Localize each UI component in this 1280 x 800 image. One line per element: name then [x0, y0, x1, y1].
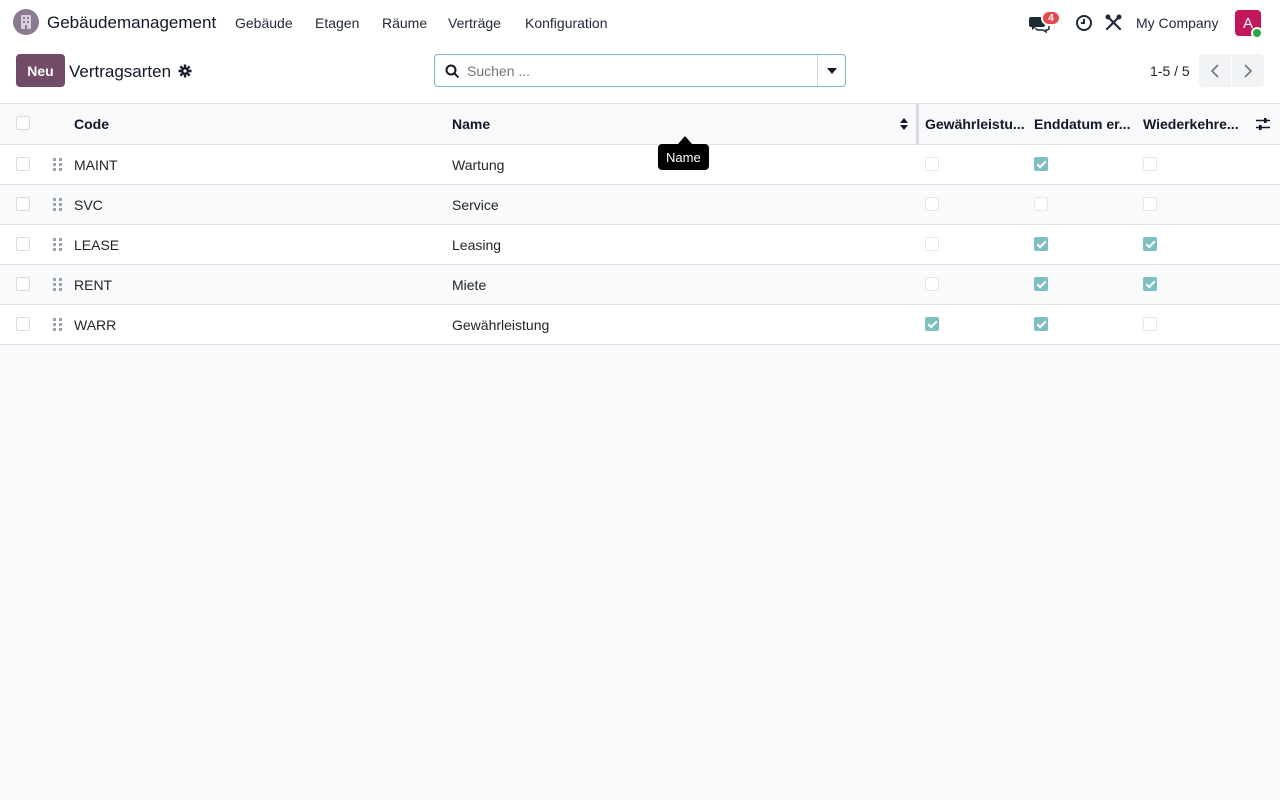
pager-next-button[interactable]	[1232, 54, 1264, 87]
drag-handle-icon[interactable]	[53, 158, 62, 171]
search-box	[434, 54, 846, 87]
cell-name[interactable]: Miete	[452, 277, 486, 293]
cell-warranty-checkbox[interactable]	[925, 157, 939, 171]
breadcrumb: Vertragsarten	[69, 62, 172, 81]
column-resize-handle[interactable]	[916, 104, 919, 145]
cell-warranty-checkbox[interactable]	[925, 237, 939, 251]
table-header: Code Name Gewährleistu... Enddatum er...…	[0, 104, 1280, 145]
row-select-checkbox[interactable]	[16, 197, 30, 211]
menu-item-vertraege[interactable]: Verträge	[448, 15, 501, 31]
chevron-left-icon	[1211, 63, 1219, 78]
cell-recurring-checkbox[interactable]	[1143, 277, 1157, 291]
row-select-checkbox[interactable]	[16, 237, 30, 251]
select-all-checkbox[interactable]	[16, 116, 30, 130]
drag-handle-icon[interactable]	[53, 318, 62, 331]
sort-icon	[899, 117, 909, 131]
cell-name[interactable]: Service	[452, 197, 499, 213]
top-navbar: Gebäudemanagement Gebäude Etagen Räume V…	[0, 0, 1280, 46]
cell-code[interactable]: WARR	[74, 317, 116, 333]
row-select-checkbox[interactable]	[16, 157, 30, 171]
table-row[interactable]: MAINT Wartung	[0, 145, 1280, 185]
menu-item-etagen[interactable]: Etagen	[315, 15, 359, 31]
pager-previous-button[interactable]	[1199, 54, 1231, 87]
column-header-name[interactable]: Name	[452, 116, 892, 132]
chat-count-badge: 4	[1041, 10, 1061, 26]
cell-name[interactable]: Gewährleistung	[452, 317, 549, 333]
caret-down-icon	[827, 67, 837, 74]
search-options-toggle[interactable]	[817, 55, 846, 86]
company-switcher[interactable]: My Company	[1136, 15, 1218, 31]
cell-recurring-checkbox[interactable]	[1143, 197, 1157, 211]
drag-handle-icon[interactable]	[53, 278, 62, 291]
table-row[interactable]: WARR Gewährleistung	[0, 305, 1280, 345]
clock-icon[interactable]	[1075, 14, 1093, 32]
gear-icon[interactable]	[178, 64, 192, 78]
cell-code[interactable]: MAINT	[74, 157, 118, 173]
cell-name[interactable]: Wartung	[452, 157, 504, 173]
online-status-dot	[1251, 27, 1263, 39]
drag-handle-icon[interactable]	[53, 198, 62, 211]
optional-columns-icon[interactable]	[1255, 117, 1271, 131]
cell-code[interactable]: LEASE	[74, 237, 119, 253]
cell-end-date-checkbox[interactable]	[1034, 237, 1048, 251]
menu-item-raeume[interactable]: Räume	[382, 15, 427, 31]
cell-code[interactable]: RENT	[74, 277, 112, 293]
cell-warranty-checkbox[interactable]	[925, 277, 939, 291]
column-header-recurring[interactable]: Wiederkehre...	[1143, 116, 1243, 132]
cell-recurring-checkbox[interactable]	[1143, 157, 1157, 171]
tooltip-arrow	[678, 136, 692, 144]
row-select-checkbox[interactable]	[16, 317, 30, 331]
row-select-checkbox[interactable]	[16, 277, 30, 291]
column-header-warranty[interactable]: Gewährleistu...	[925, 116, 1025, 132]
column-header-code[interactable]: Code	[74, 116, 434, 132]
table-row[interactable]: LEASE Leasing	[0, 225, 1280, 265]
control-panel: Neu Vertragsarten 1-5 / 5	[0, 46, 1280, 104]
pager-value[interactable]: 1-5 / 5	[1150, 63, 1190, 79]
search-icon	[445, 64, 459, 78]
building-app-icon[interactable]	[13, 9, 39, 35]
app-name[interactable]: Gebäudemanagement	[47, 13, 216, 33]
tooltip: Name	[658, 144, 709, 170]
cell-code[interactable]: SVC	[74, 197, 103, 213]
new-button[interactable]: Neu	[16, 54, 65, 87]
column-header-end-date[interactable]: Enddatum er...	[1034, 116, 1134, 132]
cell-end-date-checkbox[interactable]	[1034, 277, 1048, 291]
cell-warranty-checkbox[interactable]	[925, 317, 939, 331]
tools-icon[interactable]	[1105, 14, 1122, 31]
drag-handle-icon[interactable]	[53, 238, 62, 251]
table-row[interactable]: SVC Service	[0, 185, 1280, 225]
cell-end-date-checkbox[interactable]	[1034, 157, 1048, 171]
menu-item-gebaeude[interactable]: Gebäude	[235, 15, 293, 31]
table-row[interactable]: RENT Miete	[0, 265, 1280, 305]
cell-recurring-checkbox[interactable]	[1143, 237, 1157, 251]
cell-recurring-checkbox[interactable]	[1143, 317, 1157, 331]
menu-item-konfiguration[interactable]: Konfiguration	[525, 15, 608, 31]
chevron-right-icon	[1244, 63, 1252, 78]
cell-end-date-checkbox[interactable]	[1034, 197, 1048, 211]
cell-warranty-checkbox[interactable]	[925, 197, 939, 211]
cell-name[interactable]: Leasing	[452, 237, 501, 253]
search-input[interactable]	[467, 55, 815, 86]
cell-end-date-checkbox[interactable]	[1034, 317, 1048, 331]
